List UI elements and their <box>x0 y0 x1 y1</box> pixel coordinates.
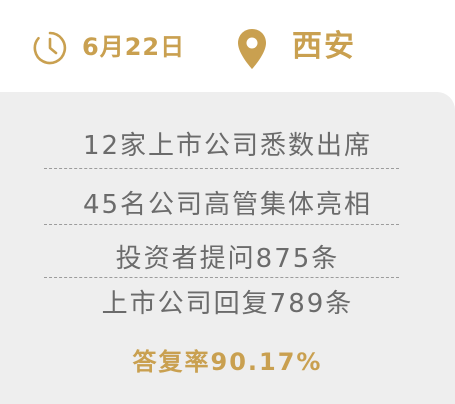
map-pin-icon <box>236 27 268 71</box>
event-city: 西安 <box>292 29 356 64</box>
stat-divider <box>44 224 399 225</box>
event-card: 6月22日 西安 12家上市公司悉数出席 45名公司高管集体亮相 投资者提问87… <box>0 0 455 404</box>
stat-executives-present: 45名公司高管集体亮相 <box>82 190 373 220</box>
reply-rate: 答复率90.17% <box>132 348 323 376</box>
stat-companies-attended: 12家上市公司悉数出席 <box>82 131 373 161</box>
stat-divider <box>44 277 399 278</box>
stat-divider <box>44 168 399 169</box>
clock-icon <box>32 30 68 66</box>
event-date: 6月22日 <box>82 33 186 61</box>
stat-company-replies: 上市公司回复789条 <box>101 289 354 319</box>
event-header: 6月22日 西安 <box>0 0 455 92</box>
stat-investor-questions: 投资者提问875条 <box>115 244 340 274</box>
